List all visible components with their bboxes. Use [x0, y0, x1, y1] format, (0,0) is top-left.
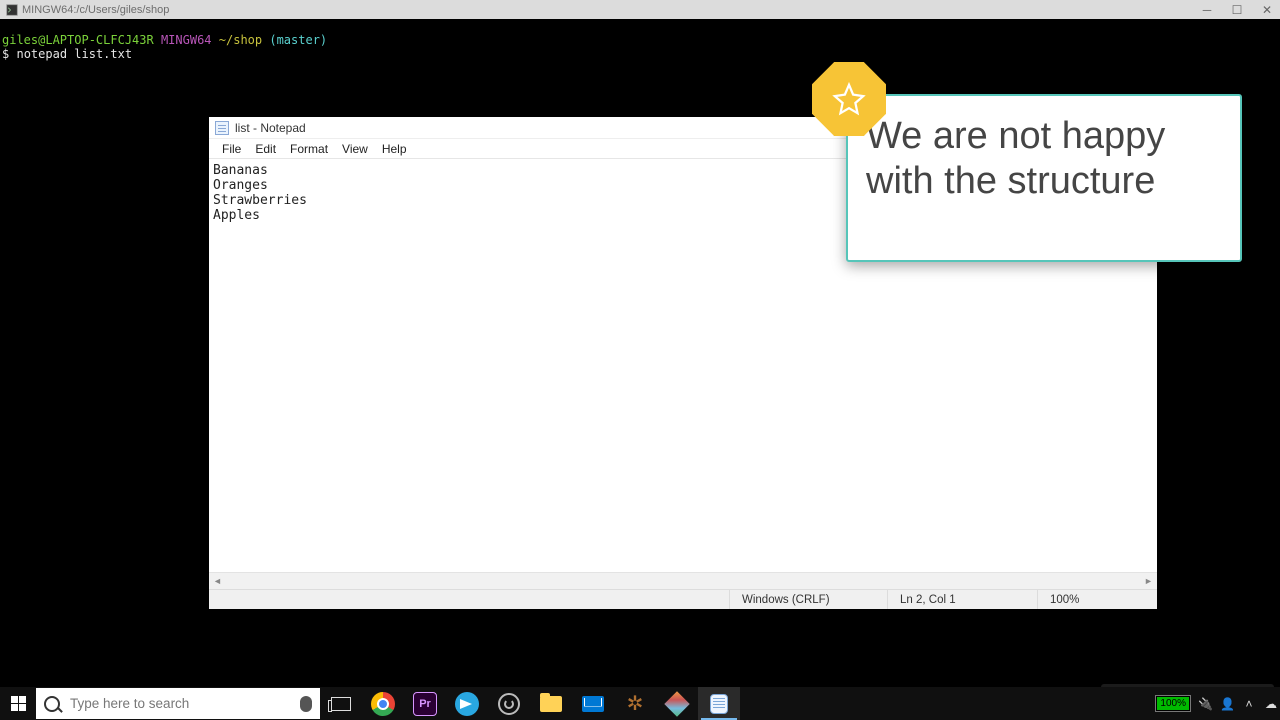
terminal-icon: [6, 4, 18, 16]
gear-icon: ✲: [623, 692, 647, 716]
taskbar-app-notepad[interactable]: [698, 687, 740, 720]
taskbar-app-obs[interactable]: [488, 687, 530, 720]
notepad-taskbar-icon: [710, 694, 728, 714]
terminal-branch: (master): [269, 33, 327, 47]
minimize-button[interactable]: ─: [1200, 3, 1214, 17]
menu-format[interactable]: Format: [283, 142, 335, 156]
terminal-user: giles@LAPTOP-CLFCJ43R: [2, 33, 154, 47]
taskbar-app-explorer[interactable]: [530, 687, 572, 720]
terminal-command: notepad list.txt: [16, 47, 132, 61]
power-icon[interactable]: 🔌: [1198, 697, 1212, 711]
terminal-titlebar[interactable]: MINGW64:/c/Users/giles/shop ─ ☐ ✕: [0, 0, 1280, 19]
notepad-statusbar: Windows (CRLF) Ln 2, Col 1 100%: [209, 589, 1157, 609]
diamond-icon: [665, 692, 689, 716]
notepad-title: list - Notepad: [235, 121, 306, 135]
menu-help[interactable]: Help: [375, 142, 414, 156]
menu-view[interactable]: View: [335, 142, 375, 156]
status-position: Ln 2, Col 1: [887, 590, 1037, 609]
taskbar-app-telegram[interactable]: [446, 687, 488, 720]
status-eol: Windows (CRLF): [729, 590, 887, 609]
close-button[interactable]: ✕: [1260, 3, 1274, 17]
terminal-body[interactable]: giles@LAPTOP-CLFCJ43R MINGW64 ~/shop (ma…: [0, 19, 1280, 63]
people-icon[interactable]: 👤: [1220, 697, 1234, 711]
taskbar-app-chrome[interactable]: [362, 687, 404, 720]
scroll-left-icon[interactable]: ◄: [211, 575, 224, 588]
menu-edit[interactable]: Edit: [248, 142, 283, 156]
terminal-title: MINGW64:/c/Users/giles/shop: [22, 4, 169, 16]
search-placeholder: Type here to search: [70, 696, 290, 711]
telegram-icon: [455, 692, 479, 716]
task-view-button[interactable]: [320, 687, 362, 720]
taskbar-app-premiere[interactable]: Pr: [404, 687, 446, 720]
task-view-icon: [331, 697, 351, 711]
taskbar-search[interactable]: Type here to search: [36, 688, 320, 719]
maximize-button[interactable]: ☐: [1230, 3, 1244, 17]
taskbar: Type here to search Pr ✲ 100% 🔌 👤 ˄ ☁: [0, 687, 1280, 720]
taskbar-app-mail[interactable]: [572, 687, 614, 720]
chrome-icon: [371, 692, 395, 716]
terminal-path: ~/shop: [219, 33, 262, 47]
scroll-right-icon[interactable]: ►: [1142, 575, 1155, 588]
callout-card: We are not happy with the structure: [846, 94, 1242, 262]
taskbar-app-misc[interactable]: [656, 687, 698, 720]
notepad-icon: [215, 121, 229, 135]
tray-chevron-icon[interactable]: ˄: [1242, 697, 1256, 711]
windows-icon: [11, 696, 26, 711]
callout-text: We are not happy with the structure: [866, 114, 1222, 204]
microphone-icon[interactable]: [300, 696, 312, 712]
taskbar-app-settings[interactable]: ✲: [614, 687, 656, 720]
onedrive-icon[interactable]: ☁: [1264, 697, 1278, 711]
menu-file[interactable]: File: [215, 142, 248, 156]
status-zoom: 100%: [1037, 590, 1157, 609]
system-tray: 100% 🔌 👤 ˄ ☁: [1156, 687, 1280, 720]
notepad-horizontal-scrollbar[interactable]: ◄ ►: [209, 572, 1157, 589]
battery-indicator[interactable]: 100%: [1156, 696, 1190, 711]
mail-icon: [582, 696, 604, 712]
terminal-env: MINGW64: [161, 33, 212, 47]
folder-icon: [540, 696, 562, 712]
terminal-prompt-symbol: $: [2, 47, 9, 61]
obs-icon: [498, 693, 520, 715]
star-icon: [832, 82, 866, 116]
search-icon: [44, 696, 60, 712]
premiere-icon: Pr: [413, 692, 437, 716]
start-button[interactable]: [0, 687, 36, 720]
